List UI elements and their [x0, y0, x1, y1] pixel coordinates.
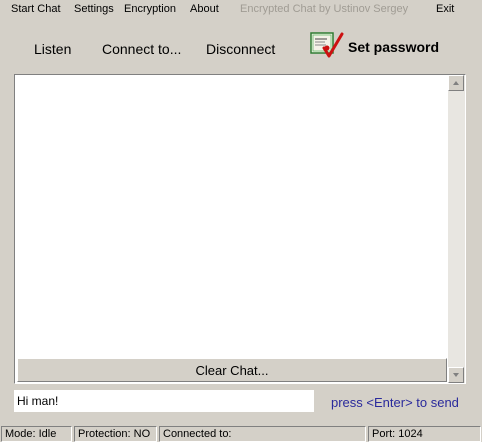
status-bar: Mode: Idle Protection: NO Connected to: … [0, 424, 482, 442]
connect-button[interactable]: Connect to... [102, 40, 181, 58]
chat-scrollbar[interactable] [448, 75, 465, 383]
menu-encryption[interactable]: Encryption [124, 2, 176, 16]
send-hint: press <Enter> to send [331, 395, 459, 410]
menu-exit[interactable]: Exit [436, 2, 454, 16]
certificate-check-icon [310, 31, 344, 64]
set-password-label: Set password [348, 39, 440, 55]
status-mode: Mode: Idle [1, 426, 72, 442]
scroll-up-button[interactable] [448, 75, 464, 91]
menu-start-chat[interactable]: Start Chat [11, 2, 61, 16]
arrow-down-icon [453, 373, 459, 377]
chat-log[interactable] [16, 76, 448, 356]
chat-panel: Clear Chat... [14, 74, 466, 384]
menu-settings[interactable]: Settings [74, 2, 114, 16]
listen-button[interactable]: Listen [34, 40, 71, 58]
status-port: Port: 1024 [368, 426, 481, 442]
status-protection: Protection: NO [74, 426, 157, 442]
scroll-down-button[interactable] [448, 367, 464, 383]
message-input[interactable] [14, 390, 314, 412]
status-connected: Connected to: [159, 426, 366, 442]
clear-chat-button[interactable]: Clear Chat... [17, 358, 447, 382]
set-password-button[interactable]: Set password [310, 31, 440, 64]
menu-bar: Start Chat Settings Encryption About Enc… [0, 0, 482, 18]
menu-about[interactable]: About [190, 2, 219, 16]
arrow-up-icon [453, 81, 459, 85]
app-caption: Encrypted Chat by Ustinov Sergey [240, 3, 409, 15]
disconnect-button[interactable]: Disconnect [206, 40, 275, 58]
